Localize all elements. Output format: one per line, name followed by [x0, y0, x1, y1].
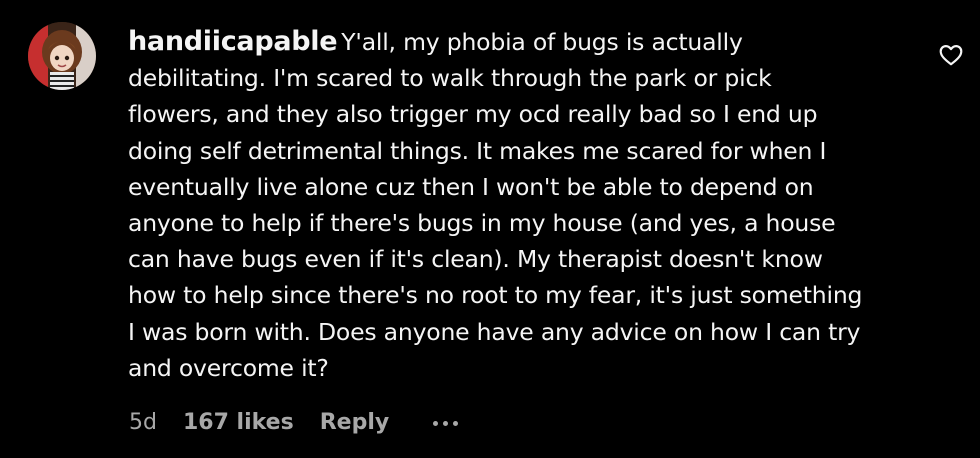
comment-line-7: can have bugs even if it's clean). My th… [128, 245, 823, 274]
comment-line-9: I was born with. Does anyone have any ad… [128, 317, 861, 346]
comment-text: handiicapable Y'all, my phobia of bugs is… [128, 24, 928, 386]
username[interactable]: handiicapable [128, 26, 338, 57]
likes-count[interactable]: 167 likes [183, 410, 294, 435]
like-button[interactable] [938, 42, 964, 68]
comment-line-1: handiicapable Y'all, my phobia of bugs is… [128, 24, 928, 60]
comment-line-8: how to help since there's no root to my … [128, 281, 863, 310]
comment-line-6: anyone to help if there's bugs in my hou… [128, 209, 836, 238]
comment-line-10: and overcome it? [128, 353, 329, 382]
avatar-image [28, 22, 96, 90]
avatar[interactable] [28, 22, 96, 90]
ellipsis-icon[interactable] [433, 419, 459, 426]
reply-button[interactable]: Reply [320, 410, 390, 435]
time-ago: 5d [129, 409, 157, 435]
heart-outline-icon [939, 45, 963, 66]
comment-meta: 5d 167 likes Reply [129, 406, 459, 438]
comment-line-4: doing self detrimental things. It makes … [128, 136, 827, 165]
comment-line-3: flowers, and they also trigger my ocd re… [128, 100, 818, 129]
comment-line-text: Y'all, my phobia of bugs is actually [341, 28, 743, 56]
comment-line-5: eventually live alone cuz then I won't b… [128, 172, 814, 201]
comment-line-2: debilitating. I'm scared to walk through… [128, 64, 772, 93]
